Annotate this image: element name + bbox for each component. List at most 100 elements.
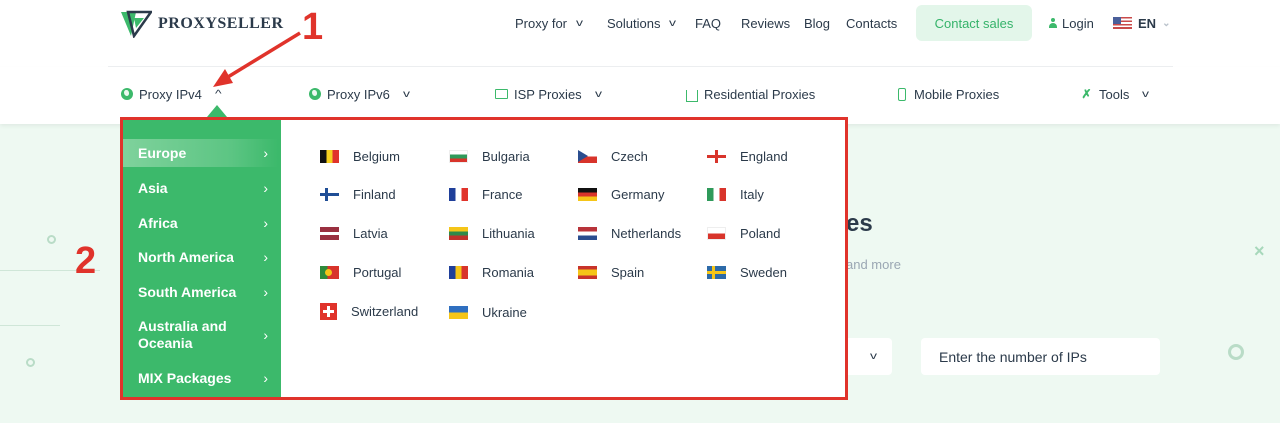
- country-link-belgium[interactable]: Belgium: [320, 149, 400, 164]
- country-label: France: [482, 187, 523, 202]
- annotation-marker-1: 1: [302, 6, 324, 48]
- nav-proxy-for[interactable]: Proxy for v: [515, 0, 584, 46]
- country-label: England: [740, 149, 788, 164]
- region-label: Australia and Oceania: [138, 318, 227, 351]
- chevron-down-icon: v: [576, 17, 584, 29]
- product-nav-mobile-proxies[interactable]: Mobile Proxies: [895, 67, 999, 121]
- chevron-down-icon: v: [402, 88, 410, 100]
- product-nav-residential-proxies[interactable]: Residential Proxies: [685, 67, 815, 121]
- chevron-right-icon: ›: [263, 144, 268, 161]
- lithuania-flag-icon: [449, 227, 468, 240]
- france-flag-icon: [449, 188, 468, 201]
- country-link-portugal[interactable]: Portugal: [320, 265, 401, 280]
- dropdown-pointer: [207, 105, 227, 117]
- annotation-marker-2: 2: [75, 240, 97, 282]
- chevron-right-icon: ›: [263, 248, 268, 265]
- country-link-italy[interactable]: Italy: [707, 187, 764, 202]
- user-icon: [1049, 18, 1057, 28]
- country-label: Poland: [740, 226, 781, 241]
- country-link-ukraine[interactable]: Ukraine: [449, 305, 527, 320]
- country-label: Netherlands: [611, 226, 682, 241]
- product-nav-label: Proxy IPv6: [327, 86, 390, 102]
- country-label: Czech: [611, 149, 648, 164]
- region-item-mix-packages[interactable]: MIX Packages ›: [123, 364, 278, 392]
- nav-solutions[interactable]: Solutions v: [607, 0, 676, 46]
- country-link-romania[interactable]: Romania: [449, 265, 534, 280]
- country-link-czech[interactable]: Czech: [578, 149, 648, 164]
- country-link-spain[interactable]: Spain: [578, 265, 644, 280]
- nav-solutions-label: Solutions: [607, 15, 661, 31]
- country-label: Lithuania: [482, 226, 535, 241]
- nav-faq[interactable]: FAQ: [695, 0, 721, 46]
- decorative-circle: [1228, 344, 1244, 360]
- country-label: Latvia: [353, 226, 388, 241]
- product-nav-label: Residential Proxies: [704, 86, 816, 102]
- product-nav-tools[interactable]: ✗ Tools v: [1080, 67, 1150, 121]
- ukraine-flag-icon: [449, 306, 468, 319]
- country-label: Spain: [611, 265, 645, 280]
- contact-sales-button[interactable]: Contact sales: [916, 5, 1032, 41]
- country-label: Italy: [740, 187, 764, 202]
- country-link-netherlands[interactable]: Netherlands: [578, 226, 681, 241]
- portugal-flag-icon: [320, 266, 339, 279]
- logo-icon: [121, 10, 152, 38]
- region-label: North America: [138, 248, 234, 265]
- sweden-flag-icon: [707, 266, 726, 279]
- close-icon: ×: [1254, 241, 1265, 261]
- chevron-right-icon: ›: [263, 179, 268, 196]
- nav-reviews-label: Reviews: [741, 15, 791, 31]
- region-item-north-america[interactable]: North America ›: [123, 243, 278, 271]
- region-list: Europe › Asia › Africa › North America ›…: [120, 117, 281, 400]
- switzerland-flag-icon: [320, 303, 337, 320]
- chevron-down-icon: v: [870, 351, 877, 362]
- login-link[interactable]: Login: [1049, 0, 1094, 46]
- region-item-australia-oceania[interactable]: Australia and Oceania ›: [123, 316, 278, 354]
- czech-flag-icon: [578, 150, 597, 163]
- product-nav-isp-proxies[interactable]: ISP Proxies v: [495, 67, 602, 121]
- language-label: EN: [1138, 15, 1157, 31]
- belgium-flag-icon: [320, 150, 339, 163]
- region-label: Africa: [138, 214, 178, 231]
- product-nav-label: Mobile Proxies: [914, 86, 1000, 102]
- country-link-england[interactable]: England: [707, 149, 788, 164]
- region-item-africa[interactable]: Africa ›: [123, 209, 278, 237]
- phone-icon: [895, 87, 908, 101]
- country-link-poland[interactable]: Poland: [707, 226, 780, 241]
- product-nav-proxy-ipv6[interactable]: Proxy IPv6 v: [308, 67, 410, 121]
- region-label: MIX Packages: [138, 369, 232, 386]
- country-link-lithuania[interactable]: Lithuania: [449, 226, 535, 241]
- country-link-bulgaria[interactable]: Bulgaria: [449, 149, 530, 164]
- language-selector[interactable]: EN ⌄: [1113, 0, 1170, 46]
- country-link-finland[interactable]: Finland: [320, 187, 396, 202]
- country-link-latvia[interactable]: Latvia: [320, 226, 388, 241]
- hero-subtitle: and more: [846, 257, 901, 272]
- country-label: Portugal: [353, 265, 402, 280]
- chevron-right-icon: ›: [263, 214, 268, 231]
- england-flag-icon: [707, 150, 726, 163]
- country-label: Germany: [611, 187, 665, 202]
- nav-proxy-for-label: Proxy for: [515, 15, 568, 31]
- chevron-right-icon: ›: [263, 326, 268, 343]
- chevron-down-icon: v: [1142, 88, 1150, 100]
- country-link-france[interactable]: France: [449, 187, 522, 202]
- nav-contacts[interactable]: Contacts: [846, 0, 897, 46]
- country-link-switzerland[interactable]: Switzerland: [320, 303, 418, 320]
- ip-count-input[interactable]: [921, 338, 1160, 375]
- italy-flag-icon: [707, 188, 726, 201]
- nav-blog[interactable]: Blog: [804, 0, 830, 46]
- nav-reviews[interactable]: Reviews: [741, 0, 790, 46]
- region-label: Europe: [138, 144, 187, 161]
- product-nav-label: ISP Proxies: [514, 86, 582, 102]
- tools-icon: ✗: [1081, 87, 1092, 101]
- hero-heading: es: [846, 210, 873, 237]
- country-label: Ukraine: [482, 305, 527, 320]
- nav-contacts-label: Contacts: [846, 15, 898, 31]
- country-label: Finland: [353, 187, 396, 202]
- region-item-south-america[interactable]: South America ›: [123, 278, 278, 306]
- region-item-europe[interactable]: Europe ›: [123, 139, 278, 167]
- country-link-germany[interactable]: Germany: [578, 187, 664, 202]
- country-link-sweden[interactable]: Sweden: [707, 265, 787, 280]
- product-nav-label: Proxy IPv4: [139, 86, 202, 102]
- chevron-down-icon: v: [594, 88, 602, 100]
- region-item-asia[interactable]: Asia ›: [123, 174, 278, 202]
